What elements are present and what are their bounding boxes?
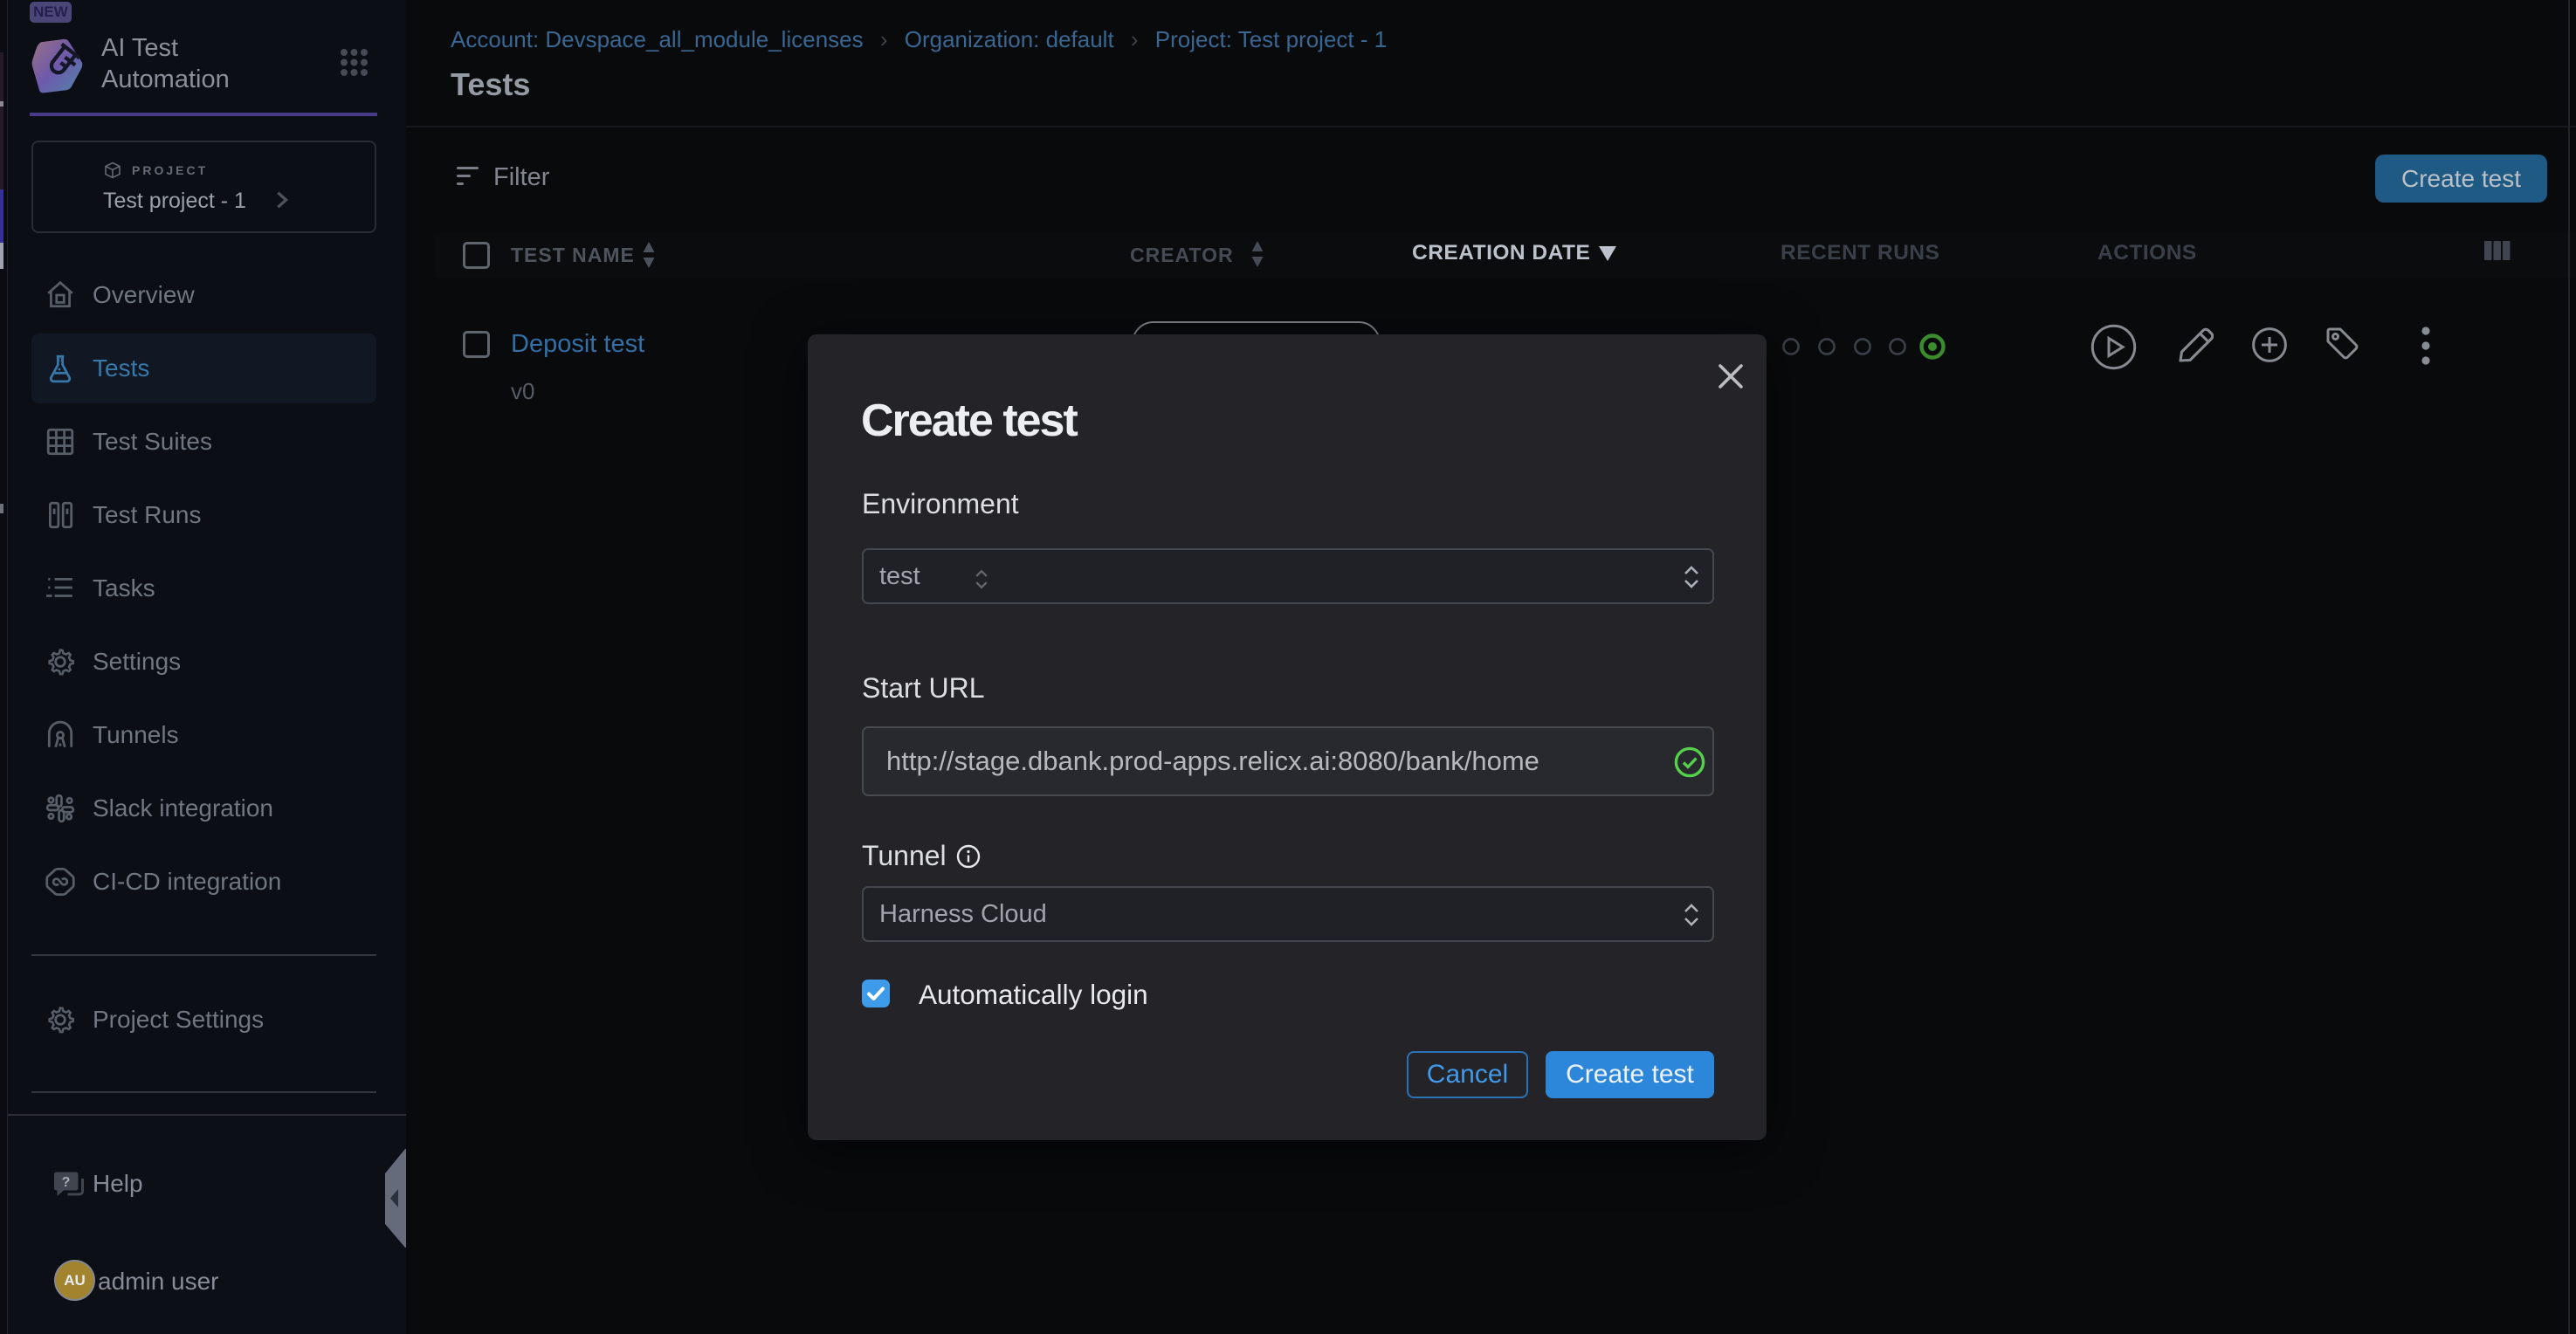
svg-text:?: ? <box>62 1175 71 1190</box>
